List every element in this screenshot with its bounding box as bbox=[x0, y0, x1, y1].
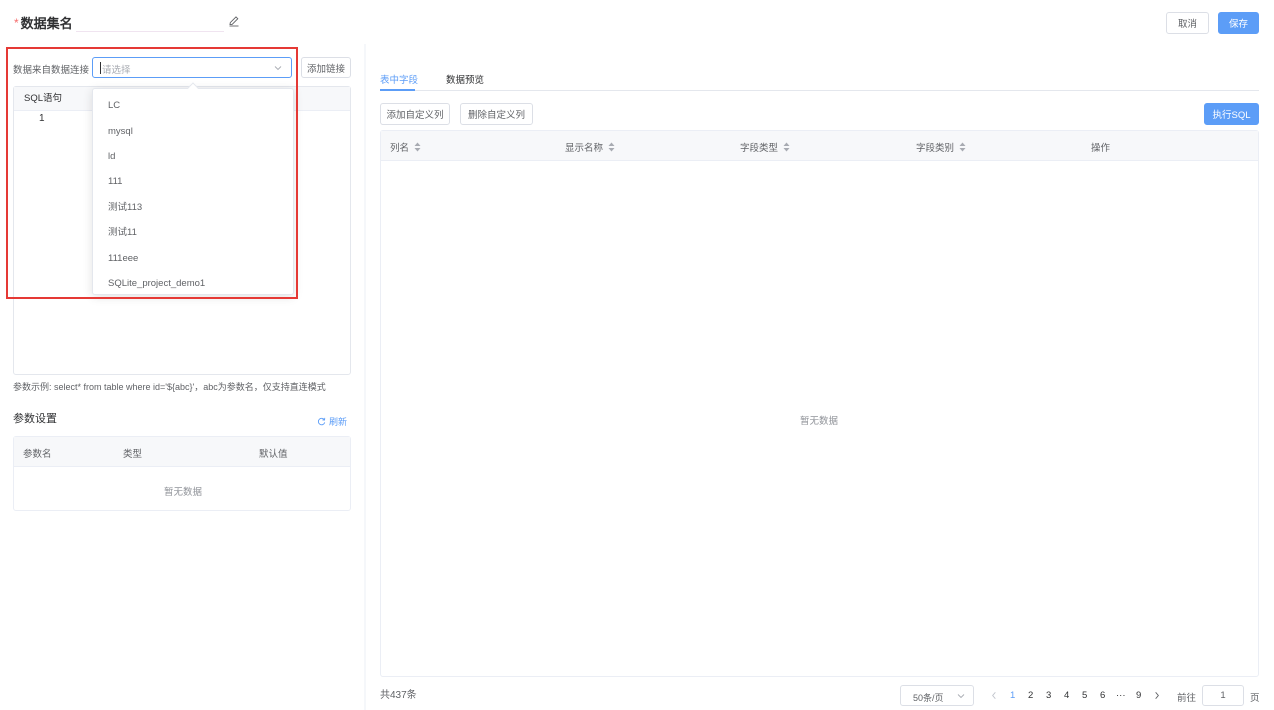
column-header-actions: 操作 bbox=[1091, 140, 1110, 154]
page-6[interactable]: 6 bbox=[1100, 690, 1105, 701]
field-table: 列名 显示名称 字段类型 字段类别 操作 暂无数据 bbox=[380, 130, 1259, 677]
dropdown-option[interactable]: 111eee bbox=[93, 246, 293, 271]
dropdown-option[interactable]: 测试113 bbox=[93, 195, 293, 220]
empty-text: 暂无数据 bbox=[164, 487, 203, 498]
param-table: 参数名 类型 默认值 暂无数据 bbox=[13, 436, 351, 511]
goto-prefix: 前往 bbox=[1177, 693, 1197, 704]
data-source-dropdown: LC mysql ld 111 测试113 测试11 111eee SQLite… bbox=[92, 82, 294, 296]
column-header: 默认值 bbox=[259, 449, 288, 460]
dropdown-option[interactable]: mysql bbox=[93, 119, 293, 144]
column-header: 类型 bbox=[123, 449, 143, 460]
empty-text: 暂无数据 bbox=[800, 416, 839, 427]
save-button[interactable]: 保存 bbox=[1218, 12, 1259, 34]
tab-active-indicator bbox=[380, 89, 415, 91]
delete-custom-column-button[interactable]: 删除自定义列 bbox=[460, 103, 533, 125]
chevron-down-icon bbox=[274, 66, 282, 71]
column-label: 字段类别 bbox=[916, 143, 955, 154]
edit-icon[interactable] bbox=[228, 15, 240, 27]
page-size-value: 50条/页 bbox=[913, 693, 944, 703]
prev-page-icon[interactable] bbox=[990, 691, 998, 700]
dropdown-option[interactable]: ld bbox=[93, 144, 293, 169]
dropdown-option[interactable]: LC bbox=[93, 93, 293, 118]
dropdown-option[interactable]: 111 bbox=[93, 169, 293, 194]
goto-suffix: 页 bbox=[1250, 693, 1260, 704]
field-table-header: 列名 显示名称 字段类型 字段类别 操作 bbox=[381, 131, 1258, 161]
column-header: 参数名 bbox=[23, 449, 52, 460]
page-3[interactable]: 3 bbox=[1046, 690, 1051, 701]
column-label: 字段类型 bbox=[740, 143, 779, 154]
goto-page-input[interactable]: 1 bbox=[1202, 685, 1244, 706]
sort-icon bbox=[414, 142, 421, 152]
data-source-select[interactable]: 请选择 bbox=[92, 57, 292, 78]
tab-table-fields[interactable]: 表中字段 bbox=[380, 72, 418, 86]
sort-icon bbox=[959, 142, 966, 152]
column-label: 显示名称 bbox=[565, 143, 604, 154]
cancel-button[interactable]: 取消 bbox=[1166, 12, 1209, 34]
tab-divider bbox=[380, 90, 1259, 91]
tab-data-preview[interactable]: 数据预览 bbox=[446, 72, 484, 86]
param-hint: 参数示例: select* from table where id='${abc… bbox=[13, 382, 326, 392]
refresh-button[interactable]: 刷新 bbox=[317, 415, 347, 428]
next-page-icon[interactable] bbox=[1153, 691, 1161, 700]
param-table-header: 参数名 类型 默认值 bbox=[14, 437, 350, 467]
column-header-field-type[interactable]: 字段类型 bbox=[740, 140, 790, 154]
dataset-name-label: 数据集名 bbox=[20, 16, 73, 31]
param-settings-title: 参数设置 bbox=[13, 413, 57, 425]
run-sql-button[interactable]: 执行SQL bbox=[1204, 103, 1259, 125]
column-header-field-category[interactable]: 字段类别 bbox=[916, 140, 966, 154]
total-count: 共437条 bbox=[380, 690, 417, 701]
page-9[interactable]: 9 bbox=[1136, 690, 1141, 701]
page-size-select[interactable]: 50条/页 bbox=[900, 685, 974, 706]
page-5[interactable]: 5 bbox=[1082, 690, 1087, 701]
chevron-down-icon bbox=[957, 694, 965, 699]
column-label: 列名 bbox=[390, 143, 410, 154]
page-1[interactable]: 1 bbox=[1010, 690, 1015, 701]
more-pages[interactable]: ··· bbox=[1116, 690, 1126, 701]
column-header-display-name[interactable]: 显示名称 bbox=[565, 140, 615, 154]
refresh-icon bbox=[317, 417, 326, 426]
page-4[interactable]: 4 bbox=[1064, 690, 1069, 701]
column-header-name[interactable]: 列名 bbox=[390, 140, 421, 154]
page-header: * 数据集名 取消 保存 bbox=[0, 0, 1274, 44]
dropdown-option[interactable]: SQLite_project_demo1 bbox=[93, 271, 293, 296]
sort-icon bbox=[608, 142, 615, 152]
title-wrap: * 数据集名 bbox=[14, 13, 73, 32]
data-source-label: 数据来自数据连接 bbox=[13, 65, 90, 76]
dataset-name-input[interactable] bbox=[76, 12, 224, 32]
page-2[interactable]: 2 bbox=[1028, 690, 1033, 701]
column-label: 操作 bbox=[1091, 143, 1111, 154]
dropdown-option[interactable]: 测试11 bbox=[93, 220, 293, 245]
text-cursor bbox=[100, 62, 101, 74]
select-placeholder: 请选择 bbox=[102, 65, 131, 76]
sort-icon bbox=[783, 142, 790, 152]
add-link-button[interactable]: 添加链接 bbox=[301, 57, 351, 78]
add-custom-column-button[interactable]: 添加自定义列 bbox=[380, 103, 450, 125]
required-mark: * bbox=[14, 15, 19, 30]
line-number: 1 bbox=[39, 113, 45, 124]
refresh-label: 刷新 bbox=[329, 417, 348, 427]
